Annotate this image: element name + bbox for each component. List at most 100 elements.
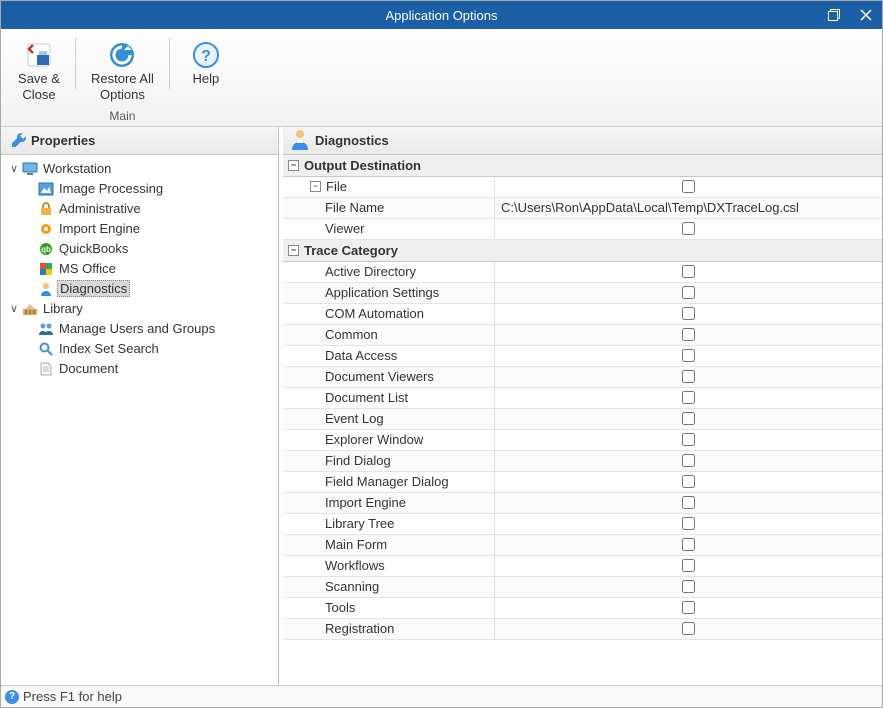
close-button[interactable]: [850, 1, 882, 29]
row-label: Common: [283, 325, 495, 345]
row-workflows[interactable]: Workflows: [283, 556, 882, 577]
restore-button[interactable]: [818, 1, 850, 29]
row-file-name[interactable]: File Name C:\Users\Ron\AppData\Local\Tem…: [283, 198, 882, 219]
row-common[interactable]: Common: [283, 325, 882, 346]
tree-label: Import Engine: [57, 221, 142, 236]
row-viewer[interactable]: Viewer: [283, 219, 882, 240]
tree-library[interactable]: ∨ Library: [3, 299, 276, 319]
help-button[interactable]: ? Help: [176, 34, 236, 107]
category-output-destination[interactable]: − Output Destination: [283, 155, 882, 177]
row-label: Field Manager Dialog: [283, 472, 495, 492]
row-label: Tools: [283, 598, 495, 618]
row-com-automation[interactable]: COM Automation: [283, 304, 882, 325]
tree-index-set-search[interactable]: Index Set Search: [3, 339, 276, 359]
checkbox[interactable]: [682, 391, 695, 404]
checkbox[interactable]: [682, 412, 695, 425]
row-library-tree[interactable]: Library Tree: [283, 514, 882, 535]
tree-document[interactable]: Document: [3, 359, 276, 379]
category-label: Output Destination: [304, 158, 421, 173]
tree-label: Document: [57, 361, 120, 376]
help-label: Help: [193, 71, 220, 86]
refresh-icon: [106, 39, 138, 71]
row-document-viewers[interactable]: Document Viewers: [283, 367, 882, 388]
users-icon: [37, 321, 55, 337]
tree-manage-users[interactable]: Manage Users and Groups: [3, 319, 276, 339]
checkbox[interactable]: [682, 538, 695, 551]
row-tools[interactable]: Tools: [283, 598, 882, 619]
checkbox[interactable]: [682, 265, 695, 278]
collapse-icon[interactable]: −: [310, 181, 321, 192]
row-label: File Name: [283, 198, 495, 218]
row-data-access[interactable]: Data Access: [283, 346, 882, 367]
checkbox[interactable]: [682, 559, 695, 572]
row-label: Workflows: [283, 556, 495, 576]
row-label: Data Access: [283, 346, 495, 366]
row-file[interactable]: −File: [283, 177, 882, 198]
row-find-dialog[interactable]: Find Dialog: [283, 451, 882, 472]
collapse-icon[interactable]: −: [288, 245, 299, 256]
checkbox[interactable]: [682, 286, 695, 299]
checkbox[interactable]: [682, 475, 695, 488]
chevron-down-icon[interactable]: ∨: [7, 302, 21, 315]
tree-label: Administrative: [57, 201, 143, 216]
row-registration[interactable]: Registration: [283, 619, 882, 640]
row-label: Find Dialog: [283, 451, 495, 471]
tree-diagnostics[interactable]: Diagnostics: [3, 279, 276, 299]
save-and-close-button[interactable]: Save & Close: [9, 34, 69, 107]
tree-image-processing[interactable]: Image Processing: [3, 179, 276, 199]
row-field-manager-dialog[interactable]: Field Manager Dialog: [283, 472, 882, 493]
tree-quickbooks[interactable]: qb QuickBooks: [3, 239, 276, 259]
row-main-form[interactable]: Main Form: [283, 535, 882, 556]
checkbox-file[interactable]: [682, 180, 695, 193]
collapse-icon[interactable]: −: [288, 160, 299, 171]
tree-label: Workstation: [41, 161, 113, 176]
checkbox[interactable]: [682, 580, 695, 593]
checkbox[interactable]: [682, 307, 695, 320]
checkbox[interactable]: [682, 433, 695, 446]
tree-workstation[interactable]: ∨ Workstation: [3, 159, 276, 179]
checkbox[interactable]: [682, 517, 695, 530]
checkbox[interactable]: [682, 622, 695, 635]
checkbox[interactable]: [682, 328, 695, 341]
restore-label-2: Options: [100, 87, 145, 103]
properties-header-label: Properties: [31, 133, 95, 148]
row-active-directory[interactable]: Active Directory: [283, 262, 882, 283]
tree-administrative[interactable]: Administrative: [3, 199, 276, 219]
value-file-name[interactable]: C:\Users\Ron\AppData\Local\Temp\DXTraceL…: [495, 198, 882, 218]
properties-panel: Properties ∨ Workstation Image Processin…: [1, 127, 279, 686]
statusbar: ? Press F1 for help: [1, 685, 882, 707]
row-label: Import Engine: [283, 493, 495, 513]
checkbox-viewer[interactable]: [682, 222, 695, 235]
row-label: Registration: [283, 619, 495, 639]
row-label: Viewer: [283, 219, 495, 239]
tree-label: Image Processing: [57, 181, 165, 196]
properties-tree[interactable]: ∨ Workstation Image Processing Administr…: [1, 155, 278, 686]
diagnostics-header-label: Diagnostics: [315, 133, 389, 148]
gear-icon: [37, 221, 55, 237]
person-icon: [289, 128, 315, 153]
row-import-engine[interactable]: Import Engine: [283, 493, 882, 514]
tree-ms-office[interactable]: MS Office: [3, 259, 276, 279]
row-scanning[interactable]: Scanning: [283, 577, 882, 598]
checkbox[interactable]: [682, 370, 695, 383]
image-icon: [37, 181, 55, 197]
category-trace-category[interactable]: − Trace Category: [283, 240, 882, 262]
checkbox[interactable]: [682, 601, 695, 614]
property-grid[interactable]: − Output Destination −File File Name C:\…: [283, 155, 882, 686]
checkbox[interactable]: [682, 454, 695, 467]
checkbox[interactable]: [682, 496, 695, 509]
row-document-list[interactable]: Document List: [283, 388, 882, 409]
restore-all-options-button[interactable]: Restore All Options: [82, 34, 163, 107]
row-label: File: [326, 179, 347, 194]
tree-label-selected: Diagnostics: [57, 280, 130, 297]
chevron-down-icon[interactable]: ∨: [7, 162, 21, 175]
row-explorer-window[interactable]: Explorer Window: [283, 430, 882, 451]
row-label: Explorer Window: [283, 430, 495, 450]
library-icon: [21, 301, 39, 317]
checkbox[interactable]: [682, 349, 695, 362]
row-application-settings[interactable]: Application Settings: [283, 283, 882, 304]
row-event-log[interactable]: Event Log: [283, 409, 882, 430]
lock-icon: [37, 201, 55, 217]
tree-import-engine[interactable]: Import Engine: [3, 219, 276, 239]
search-icon: [37, 341, 55, 357]
